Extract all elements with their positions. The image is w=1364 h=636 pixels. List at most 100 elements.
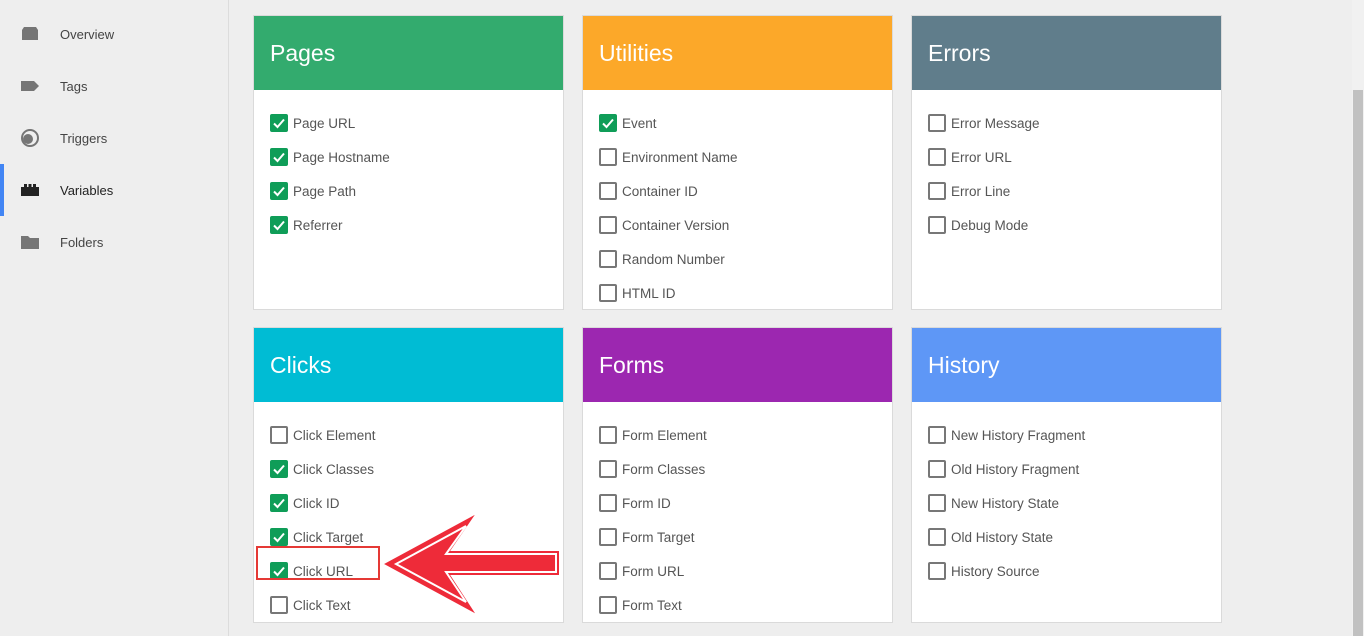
pages-card: Pages Page URL Page Hostname Page Path Refer… — [253, 15, 564, 310]
variable-label: Click Element — [293, 427, 376, 443]
checkbox[interactable] — [599, 494, 617, 512]
errors-card-header: Errors — [912, 16, 1221, 90]
variable-row[interactable]: Form Element — [583, 418, 892, 452]
forms-card-body: Form Element Form Classes Form ID Form Targ… — [583, 402, 892, 622]
checkbox[interactable] — [270, 426, 288, 444]
variable-row[interactable]: Page Path — [254, 174, 563, 208]
variable-row[interactable]: New History State — [912, 486, 1221, 520]
sidebar-item-variables[interactable]: Variables — [0, 164, 227, 216]
variable-label: Form Classes — [622, 461, 706, 477]
variable-label: Referrer — [293, 217, 343, 233]
checkbox[interactable] — [599, 148, 617, 166]
utilities-card-header: Utilities — [583, 16, 892, 90]
checkbox[interactable] — [599, 426, 617, 444]
variable-row[interactable]: Container ID — [583, 174, 892, 208]
checkbox[interactable] — [599, 596, 617, 614]
sidebar-item-label: Tags — [60, 78, 88, 94]
variable-row[interactable]: Error Line — [912, 174, 1221, 208]
variable-row[interactable]: Form Target — [583, 520, 892, 554]
pages-card-body: Page URL Page Hostname Page Path Referrer — [254, 90, 563, 242]
checkbox[interactable] — [270, 596, 288, 614]
variable-row[interactable]: Error Message — [912, 106, 1221, 140]
variable-label: Page Hostname — [293, 149, 390, 165]
checkbox[interactable] — [599, 562, 617, 580]
sidebar-item-folders[interactable]: Folders — [0, 216, 227, 268]
variable-label: History Source — [951, 563, 1040, 579]
checkbox[interactable] — [928, 528, 946, 546]
variable-row[interactable]: History Source — [912, 554, 1221, 588]
variable-row[interactable]: Referrer — [254, 208, 563, 242]
checkbox[interactable] — [270, 182, 288, 200]
folder-icon — [21, 236, 39, 249]
checkmark-icon — [273, 220, 285, 231]
variable-label: Random Number — [622, 251, 725, 267]
sidebar: Overview Tags Triggers Variables Folders — [0, 0, 229, 636]
checkbox[interactable] — [270, 148, 288, 166]
checkbox[interactable] — [928, 460, 946, 478]
variable-row[interactable]: Page URL — [254, 106, 563, 140]
variable-row[interactable]: HTML ID — [583, 276, 892, 310]
checkbox[interactable] — [599, 250, 617, 268]
variable-row[interactable]: Old History Fragment — [912, 452, 1221, 486]
checkbox[interactable] — [928, 562, 946, 580]
variable-label: Error Line — [951, 183, 1011, 199]
checkbox[interactable] — [928, 494, 946, 512]
scrollbar-thumb[interactable] — [1353, 90, 1363, 636]
variable-row[interactable]: Form URL — [583, 554, 892, 588]
checkbox[interactable] — [599, 528, 617, 546]
checkbox[interactable] — [928, 426, 946, 444]
variable-label: New History Fragment — [951, 427, 1086, 443]
variable-row[interactable]: Error URL — [912, 140, 1221, 174]
checkbox[interactable] — [270, 114, 288, 132]
variable-label: Old History Fragment — [951, 461, 1080, 477]
variable-label: Form ID — [622, 495, 671, 511]
variable-label: Click ID — [293, 495, 340, 511]
checkbox[interactable] — [599, 182, 617, 200]
variable-row[interactable]: Debug Mode — [912, 208, 1221, 242]
variable-label: New History State — [951, 495, 1060, 511]
checkbox[interactable] — [270, 494, 288, 512]
checkbox[interactable] — [270, 216, 288, 234]
variable-row[interactable]: Click Element — [254, 418, 563, 452]
variable-label: Error URL — [951, 149, 1012, 165]
variable-row[interactable]: Container Version — [583, 208, 892, 242]
variable-label: Form Element — [622, 427, 707, 443]
variable-row[interactable]: Environment Name — [583, 140, 892, 174]
checkbox[interactable] — [928, 114, 946, 132]
history-card: History New History Fragment Old History F… — [911, 327, 1222, 623]
sidebar-item-tags[interactable]: Tags — [0, 60, 227, 112]
checkbox[interactable] — [599, 114, 617, 132]
variable-label: Container ID — [622, 183, 698, 199]
checkbox[interactable] — [928, 182, 946, 200]
variable-row[interactable]: Form Text — [583, 588, 892, 622]
sidebar-item-triggers[interactable]: Triggers — [0, 112, 227, 164]
checkbox[interactable] — [928, 148, 946, 166]
variable-row[interactable]: Event — [583, 106, 892, 140]
variable-label: Error Message — [951, 115, 1040, 131]
card-title: Clicks — [270, 351, 332, 378]
sidebar-item-overview[interactable]: Overview — [0, 8, 227, 60]
checkbox[interactable] — [928, 216, 946, 234]
variable-row[interactable]: Random Number — [583, 242, 892, 276]
checkbox[interactable] — [599, 460, 617, 478]
checkbox[interactable] — [599, 216, 617, 234]
checkbox[interactable] — [270, 460, 288, 478]
variable-label: Form Target — [622, 529, 695, 545]
variable-row[interactable]: New History Fragment — [912, 418, 1221, 452]
variable-label: Click Classes — [293, 461, 375, 477]
checkmark-icon — [273, 152, 285, 163]
checkmark-icon — [602, 118, 614, 129]
variable-row[interactable]: Click Classes — [254, 452, 563, 486]
checkbox[interactable] — [270, 528, 288, 546]
checkbox[interactable] — [599, 284, 617, 302]
variable-row[interactable]: Old History State — [912, 520, 1221, 554]
scrollbar[interactable] — [1352, 0, 1364, 636]
checkbox[interactable] — [270, 562, 288, 580]
history-card-body: New History Fragment Old History Fragment… — [912, 402, 1221, 588]
variable-row[interactable]: Form ID — [583, 486, 892, 520]
variable-row[interactable]: Form Classes — [583, 452, 892, 486]
variable-row[interactable]: Page Hostname — [254, 140, 563, 174]
variable-label: Page Path — [293, 183, 357, 199]
card-title: Forms — [599, 351, 665, 378]
checkmark-icon — [273, 118, 285, 129]
